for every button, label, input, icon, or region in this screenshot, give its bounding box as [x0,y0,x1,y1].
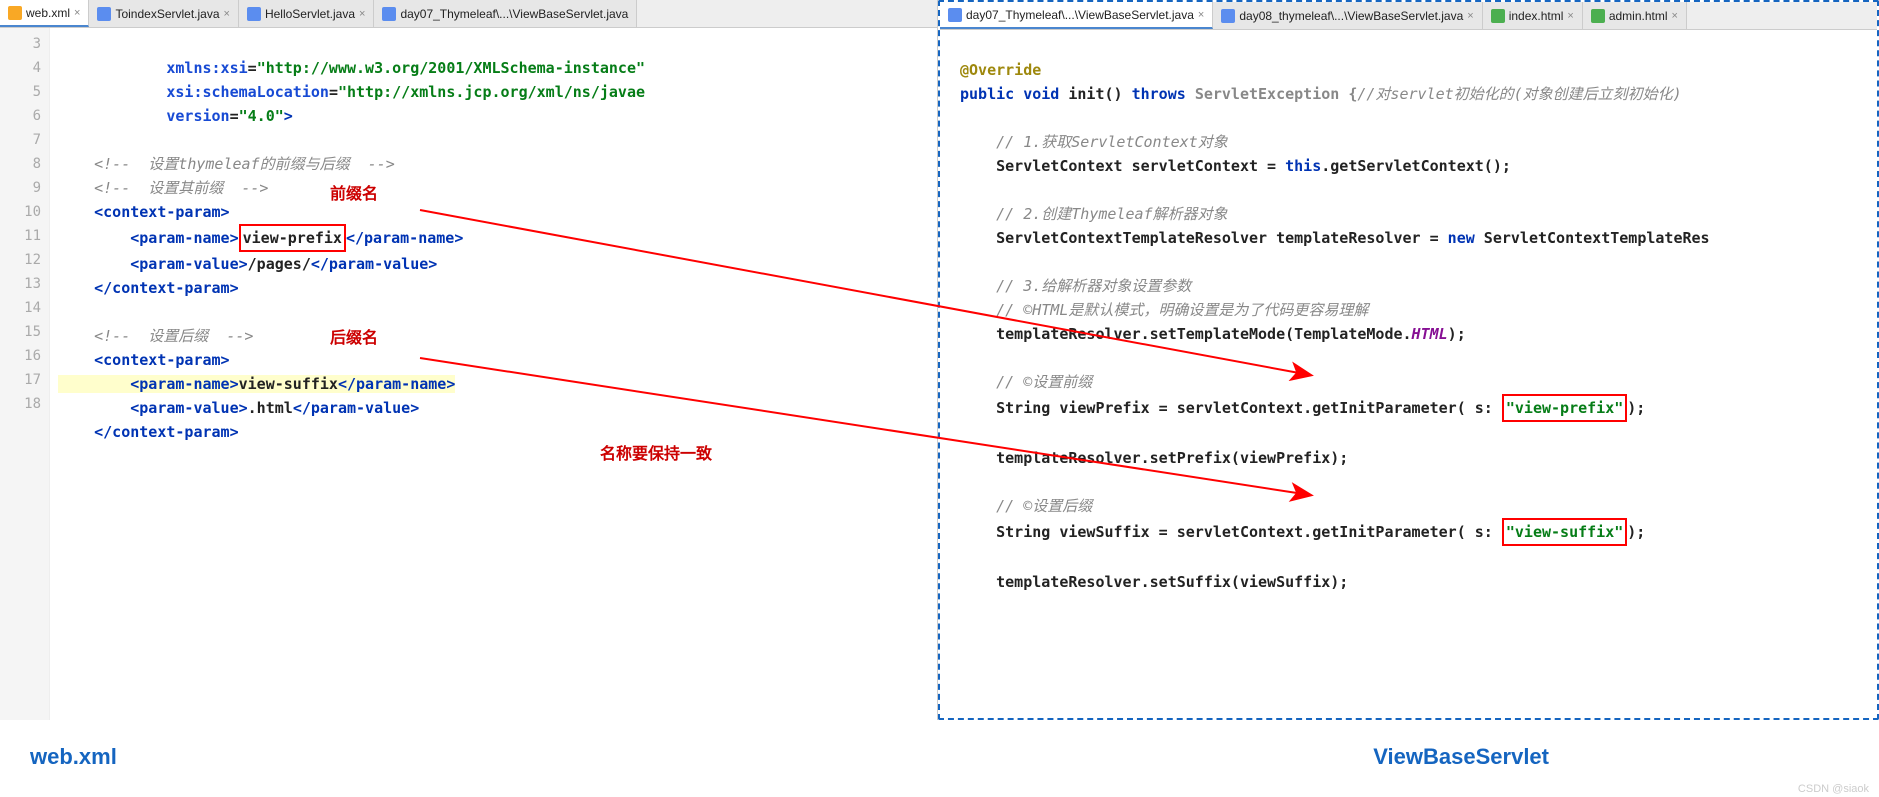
consistency-label: 名称要保持一致 [600,440,712,464]
tab-label: index.html [1509,9,1564,23]
left-editor[interactable]: 3456789101112131415161718 xmlns:xsi="htt… [0,28,937,720]
java-file-icon [247,7,261,21]
close-icon[interactable]: × [359,8,365,20]
tab-label: admin.html [1609,9,1668,23]
close-icon[interactable]: × [1467,10,1473,22]
footer-right-label: ViewBaseServlet [1373,744,1549,770]
tab-web-xml[interactable]: web.xml × [0,0,89,27]
tab-hello-servlet[interactable]: HelloServlet.java × [239,0,374,27]
java-file-icon [948,8,962,22]
left-tabs: web.xml × ToindexServlet.java × HelloServl… [0,0,937,28]
code-area[interactable]: @Override public void init() throws Serv… [940,30,1877,718]
java-file-icon [382,7,396,21]
tab-index-html[interactable]: index.html× [1483,2,1583,29]
tab-viewbase-1[interactable]: day07_Thymeleaf\...\ViewBaseServlet.java [374,0,637,27]
right-editor[interactable]: @Override public void init() throws Serv… [940,30,1877,718]
java-file-icon [97,7,111,21]
footer-left-label: web.xml [30,744,117,770]
tab-label: day08_thymeleaf\...\ViewBaseServlet.java [1239,9,1463,23]
prefix-label: 前缀名 [330,180,378,204]
tab-toindex-servlet[interactable]: ToindexServlet.java × [89,0,239,27]
xml-file-icon [8,6,22,20]
split-container: web.xml × ToindexServlet.java × HelloServl… [0,0,1879,720]
tab-label: day07_Thymeleaf\...\ViewBaseServlet.java [400,7,628,21]
tab-viewbase-day08[interactable]: day08_thymeleaf\...\ViewBaseServlet.java… [1213,2,1482,29]
tab-label: HelloServlet.java [265,7,355,21]
right-tabs: day07_Thymeleaf\...\ViewBaseServlet.java… [940,2,1877,30]
html-file-icon [1491,9,1505,23]
close-icon[interactable]: × [1198,9,1204,21]
left-pane: web.xml × ToindexServlet.java × HelloServl… [0,0,938,720]
suffix-label: 后缀名 [330,324,378,348]
code-area[interactable]: xmlns:xsi="http://www.w3.org/2001/XMLSch… [50,28,937,720]
close-icon[interactable]: × [224,8,230,20]
view-prefix-box: "view-prefix" [1502,394,1627,422]
java-file-icon [1221,9,1235,23]
footer-labels: web.xml ViewBaseServlet [0,720,1879,780]
close-icon[interactable]: × [1672,10,1678,22]
line-gutter: 3456789101112131415161718 [0,28,50,720]
prefix-name-box: view-prefix [239,224,346,252]
tab-label: ToindexServlet.java [115,7,219,21]
view-suffix-box: "view-suffix" [1502,518,1627,546]
tab-admin-html[interactable]: admin.html × [1583,2,1687,29]
right-pane: day07_Thymeleaf\...\ViewBaseServlet.java… [938,0,1879,720]
tab-label: web.xml [26,6,70,20]
close-icon[interactable]: × [74,7,80,19]
close-icon[interactable]: × [1567,10,1573,22]
html-file-icon [1591,9,1605,23]
tab-label: day07_Thymeleaf\...\ViewBaseServlet.java [966,8,1194,22]
tab-viewbase-day07[interactable]: day07_Thymeleaf\...\ViewBaseServlet.java… [940,2,1213,29]
watermark: CSDN @siaok [1798,783,1869,795]
